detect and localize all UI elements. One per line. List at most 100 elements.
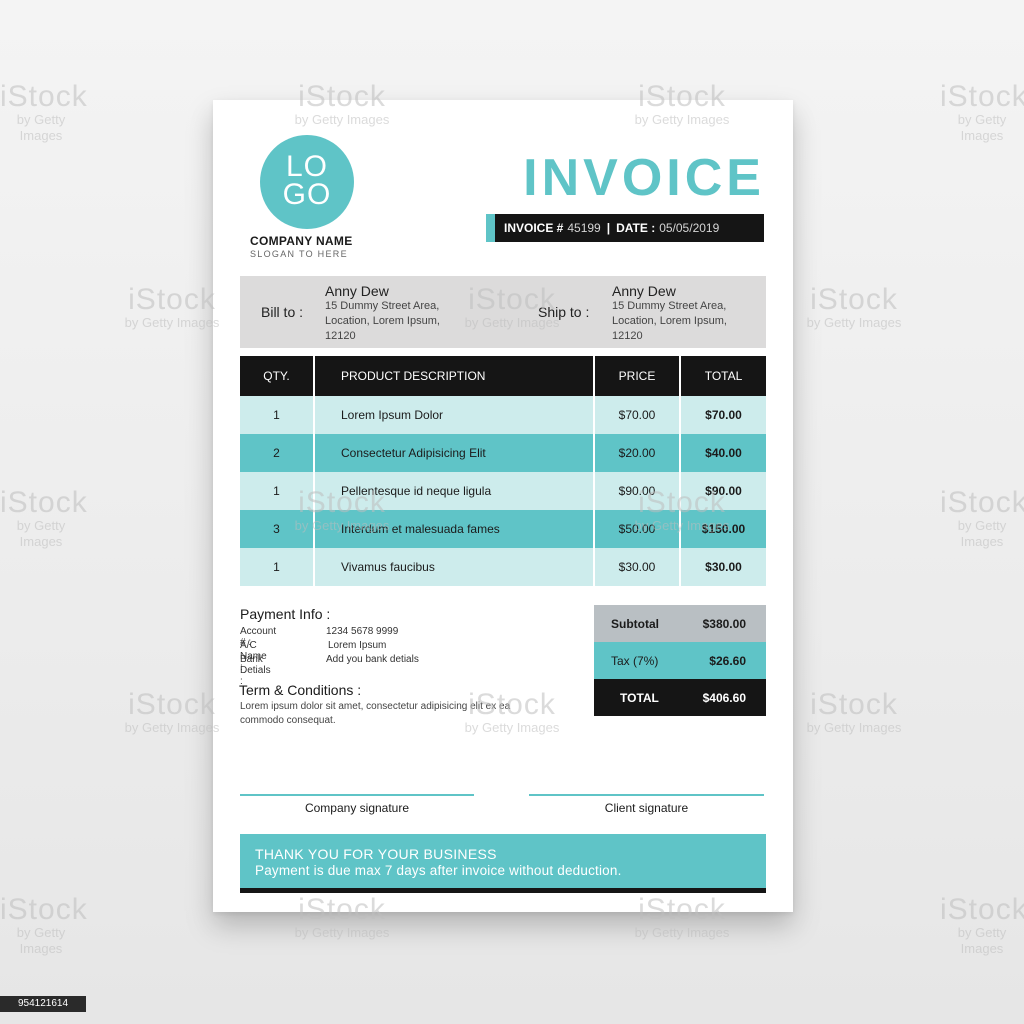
company-name: COMPANY NAME [250,234,353,248]
row-description: Lorem Ipsum Dolor [314,396,595,434]
watermark-credit: by Getty Images [806,720,902,735]
client-signature-line [529,794,764,796]
watermark-brand: iStock [810,283,898,316]
table-row: 1 Pellentesque id neque ligula $90.00 $9… [240,472,766,510]
watermark-brand: iStock [940,893,1024,926]
header-description: PRODUCT DESCRIPTION [314,356,595,396]
table-row: 1 Lorem Ipsum Dolor $70.00 $70.00 [240,396,766,434]
invoice-meta-bar: INVOICE #45199 | DATE :05/05/2019 [486,214,764,242]
image-id-badge: 954121614 [0,996,86,1012]
watermark: iStock by Getty Images [0,80,88,144]
watermark-brand: iStock [0,486,88,519]
totals-box: Subtotal $380.00 Tax (7%) $26.60 TOTAL $… [594,605,766,716]
meta-separator: | [606,221,611,235]
header-qty: QTY. [240,356,315,396]
watermark-credit: by Getty Images [957,112,1007,143]
row-price: $50.00 [594,510,681,548]
header-total: TOTAL [680,356,766,396]
invoice-date: 05/05/2019 [659,221,720,235]
row-total: $90.00 [680,472,766,510]
grand-total-value: $406.60 [702,691,746,705]
watermark-credit: by Getty Images [16,925,66,956]
watermark-brand: iStock [0,893,88,926]
thank-you-banner: THANK YOU FOR YOUR BUSINESS Payment is d… [240,834,766,888]
watermark-credit: by Getty Images [806,315,902,330]
account-value: 1234 5678 9999 [326,626,399,637]
watermark-credit: by Getty Images [634,925,730,940]
row-price: $90.00 [594,472,681,510]
watermark-credit: by Getty Images [957,518,1007,549]
watermark-brand: iStock [940,80,1024,113]
watermark-credit: by Getty Images [16,112,66,143]
tax-value: $26.60 [709,654,746,668]
meta-bar-accent [486,214,495,242]
row-qty: 1 [240,472,315,510]
row-qty: 2 [240,434,315,472]
watermark-brand: iStock [810,688,898,721]
watermark: iStock by Getty Images [0,893,88,957]
client-signature-label: Client signature [604,801,689,815]
company-signature-line [240,794,474,796]
header-price: PRICE [594,356,681,396]
footer-bar [240,888,766,893]
grand-total-row: TOTAL $406.60 [594,679,766,716]
table-header-row: QTY. PRODUCT DESCRIPTION PRICE TOTAL [240,356,766,396]
watermark: iStock by Getty Images [772,690,936,736]
invoice-title: INVOICE [523,149,765,207]
row-description: Vivamus faucibus [314,548,595,586]
row-description: Consectetur Adipisicing Elit [314,434,595,472]
invoice-number-label: INVOICE # [504,221,564,235]
row-qty: 1 [240,548,315,586]
logo-text-line1: LO [285,150,329,183]
row-qty: 1 [240,396,315,434]
row-price: $30.00 [594,548,681,586]
company-signature-label: Company signature [304,801,410,815]
terms-title: Term & Conditions : [239,682,362,698]
ship-to-address: 15 Dummy Street Area, Location, Lorem Ip… [612,300,727,342]
items-table: QTY. PRODUCT DESCRIPTION PRICE TOTAL 1 L… [240,356,766,586]
watermark: iStock by Getty Images [940,82,1024,144]
invoice-sheet: LO GO COMPANY NAME SLOGAN TO HERE INVOIC… [213,100,793,912]
row-total: $30.00 [680,548,766,586]
terms-text: Lorem ipsum dolor sit amet, consectetur … [240,701,511,726]
watermark-credit: by Getty Images [16,518,66,549]
invoice-number: 45199 [567,221,601,235]
row-description: Pellentesque id neque ligula [314,472,595,510]
watermark-credit: by Getty Images [294,925,390,940]
thank-you-text: THANK YOU FOR YOUR BUSINESS [255,846,497,862]
watermark: iStock by Getty Images [0,486,88,550]
table-row: 1 Vivamus faucibus $30.00 $30.00 [240,548,766,586]
payment-due-note: Payment is due max 7 days after invoice … [255,863,622,878]
billing-section: Bill to : Anny Dew 15 Dummy Street Area,… [240,276,766,348]
payment-info-title: Payment Info : [240,606,331,622]
watermark: iStock by Getty Images [772,285,936,331]
subtotal-row: Subtotal $380.00 [594,605,766,642]
subtotal-label: Subtotal [611,617,659,631]
company-slogan: SLOGAN TO HERE [250,249,348,259]
ship-to-label: Ship to : [538,304,590,320]
watermark: iStock by Getty Images [940,488,1024,550]
row-price: $20.00 [594,434,681,472]
table-row: 3 Interdum et malesuada fames $50.00 $15… [240,510,766,548]
row-total: $150.00 [680,510,766,548]
watermark: iStock by Getty Images [940,895,1024,957]
row-total: $40.00 [680,434,766,472]
ac-name-value: Lorem Ipsum [328,640,387,651]
bank-value: Add you bank detials [326,654,419,665]
row-price: $70.00 [594,396,681,434]
watermark-brand: iStock [0,80,88,113]
subtotal-value: $380.00 [702,617,746,631]
table-row: 2 Consectetur Adipisicing Elit $20.00 $4… [240,434,766,472]
tax-row: Tax (7%) $26.60 [594,642,766,679]
row-description: Interdum et malesuada fames [314,510,595,548]
bill-to-label: Bill to : [261,304,304,320]
bill-to-name: Anny Dew [325,283,389,299]
watermark-credit: by Getty Images [957,925,1007,956]
logo-text-line2: GO [282,178,332,211]
logo-circle: LO GO [260,135,354,229]
watermark-brand: iStock [940,486,1024,519]
date-label: DATE : [616,221,656,235]
grand-total-label: TOTAL [620,691,659,705]
ship-to-name: Anny Dew [612,283,676,299]
tax-label: Tax (7%) [611,654,659,668]
